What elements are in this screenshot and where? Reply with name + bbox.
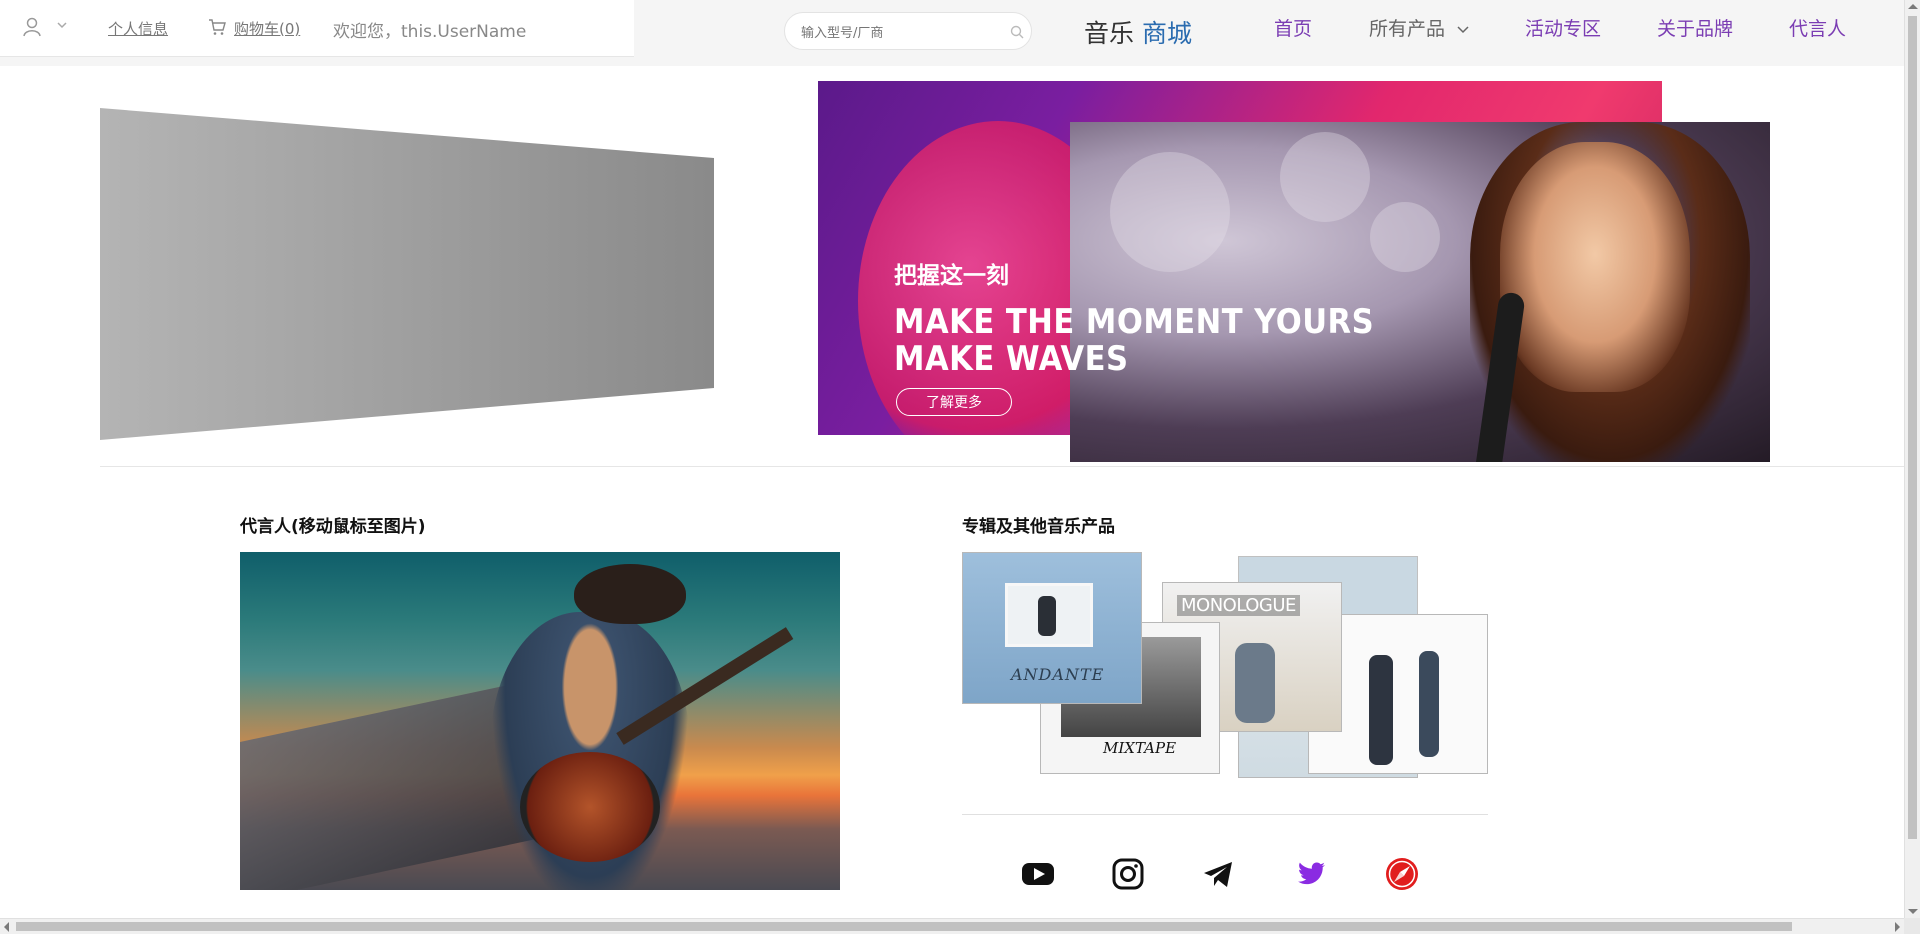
top-header: 个人信息 购物车(0) 欢迎您，this.UserName 音乐 商城 首页 所…	[0, 0, 1904, 66]
endorser-section-title: 代言人(移动鼠标至图片)	[240, 517, 426, 537]
search-box[interactable]	[784, 12, 1032, 50]
scrollbar-corner	[1904, 918, 1920, 934]
chevron-down-icon	[1457, 25, 1469, 33]
brand-name-part2: 商城	[1141, 19, 1192, 48]
cart-link[interactable]: 购物车(0)	[234, 18, 300, 39]
profile-link[interactable]: 个人信息	[108, 18, 168, 39]
telegram-icon[interactable]	[1200, 856, 1236, 892]
album-figure	[1419, 651, 1439, 757]
page: 个人信息 购物车(0) 欢迎您，this.UserName 音乐 商城 首页 所…	[0, 0, 1904, 918]
photo-bokeh	[1370, 202, 1440, 272]
carousel-placeholder-image[interactable]	[100, 108, 714, 440]
album-photo	[1005, 583, 1093, 647]
user-icon[interactable]	[22, 16, 42, 38]
photo-bokeh	[1110, 152, 1230, 272]
album-figure	[1235, 643, 1275, 723]
youtube-icon[interactable]	[1020, 856, 1056, 892]
endorser-photo[interactable]	[240, 552, 840, 890]
section-divider	[100, 466, 1904, 467]
brand-logo[interactable]: 音乐 商城	[1084, 14, 1192, 50]
nav-events[interactable]: 活动专区	[1525, 14, 1601, 41]
nav-products[interactable]: 所有产品	[1369, 14, 1469, 41]
album-figure	[1369, 655, 1393, 765]
banner-headline-en-1: MAKE THE MOMENT YOURS	[894, 302, 1375, 342]
album-title-andante: ANDANTE	[1011, 665, 1105, 684]
vertical-scrollbar[interactable]	[1904, 0, 1920, 918]
album-title-mixtape: MIXTAPE	[1103, 739, 1177, 757]
photo-bokeh	[1280, 132, 1370, 222]
footer-divider	[962, 814, 1488, 815]
banner-headline-cn: 把握这一刻	[894, 263, 1009, 289]
safari-icon[interactable]	[1384, 856, 1420, 892]
search-input[interactable]	[799, 22, 993, 44]
scroll-right-arrow[interactable]	[1895, 922, 1900, 932]
endorser-hat	[574, 564, 686, 624]
horizontal-scroll-thumb[interactable]	[16, 922, 1792, 931]
scroll-down-arrow[interactable]	[1908, 909, 1918, 914]
albums-section-title: 专辑及其他音乐产品	[962, 517, 1115, 537]
search-icon[interactable]	[1010, 25, 1024, 39]
twitter-icon[interactable]	[1292, 856, 1328, 892]
learn-more-button[interactable]: 了解更多	[896, 388, 1012, 416]
instagram-icon[interactable]	[1110, 856, 1146, 892]
singer-face	[1500, 142, 1690, 392]
scroll-up-arrow[interactable]	[1908, 4, 1918, 9]
user-bar: 个人信息 购物车(0) 欢迎您，this.UserName	[0, 0, 634, 57]
album-figure	[1038, 596, 1056, 636]
album-collage[interactable]: MONOLOGUE MIXTAPE ANDANTE	[962, 552, 1488, 778]
cart-icon[interactable]	[208, 18, 226, 36]
scroll-left-arrow[interactable]	[4, 922, 9, 932]
album-title-monologue: MONOLOGUE	[1177, 595, 1300, 616]
brand-name-part1: 音乐	[1084, 19, 1135, 48]
banner-headline: 把握这一刻 MAKE THE MOMENT YOURS MAKE WAVES	[894, 256, 1374, 378]
banner-headline-en-2: MAKE WAVES	[894, 339, 1129, 379]
nav-home[interactable]: 首页	[1274, 14, 1312, 41]
album-cover-andante[interactable]: ANDANTE	[962, 552, 1142, 704]
nav-products-label: 所有产品	[1369, 18, 1446, 40]
vertical-scroll-thumb[interactable]	[1908, 16, 1917, 839]
nav-about[interactable]: 关于品牌	[1657, 14, 1733, 41]
horizontal-scrollbar[interactable]	[0, 918, 1904, 934]
nav-endorsers[interactable]: 代言人	[1789, 14, 1846, 41]
welcome-text: 欢迎您，this.UserName	[333, 22, 527, 42]
chevron-down-icon[interactable]	[56, 20, 68, 30]
guitar-body	[520, 752, 660, 862]
